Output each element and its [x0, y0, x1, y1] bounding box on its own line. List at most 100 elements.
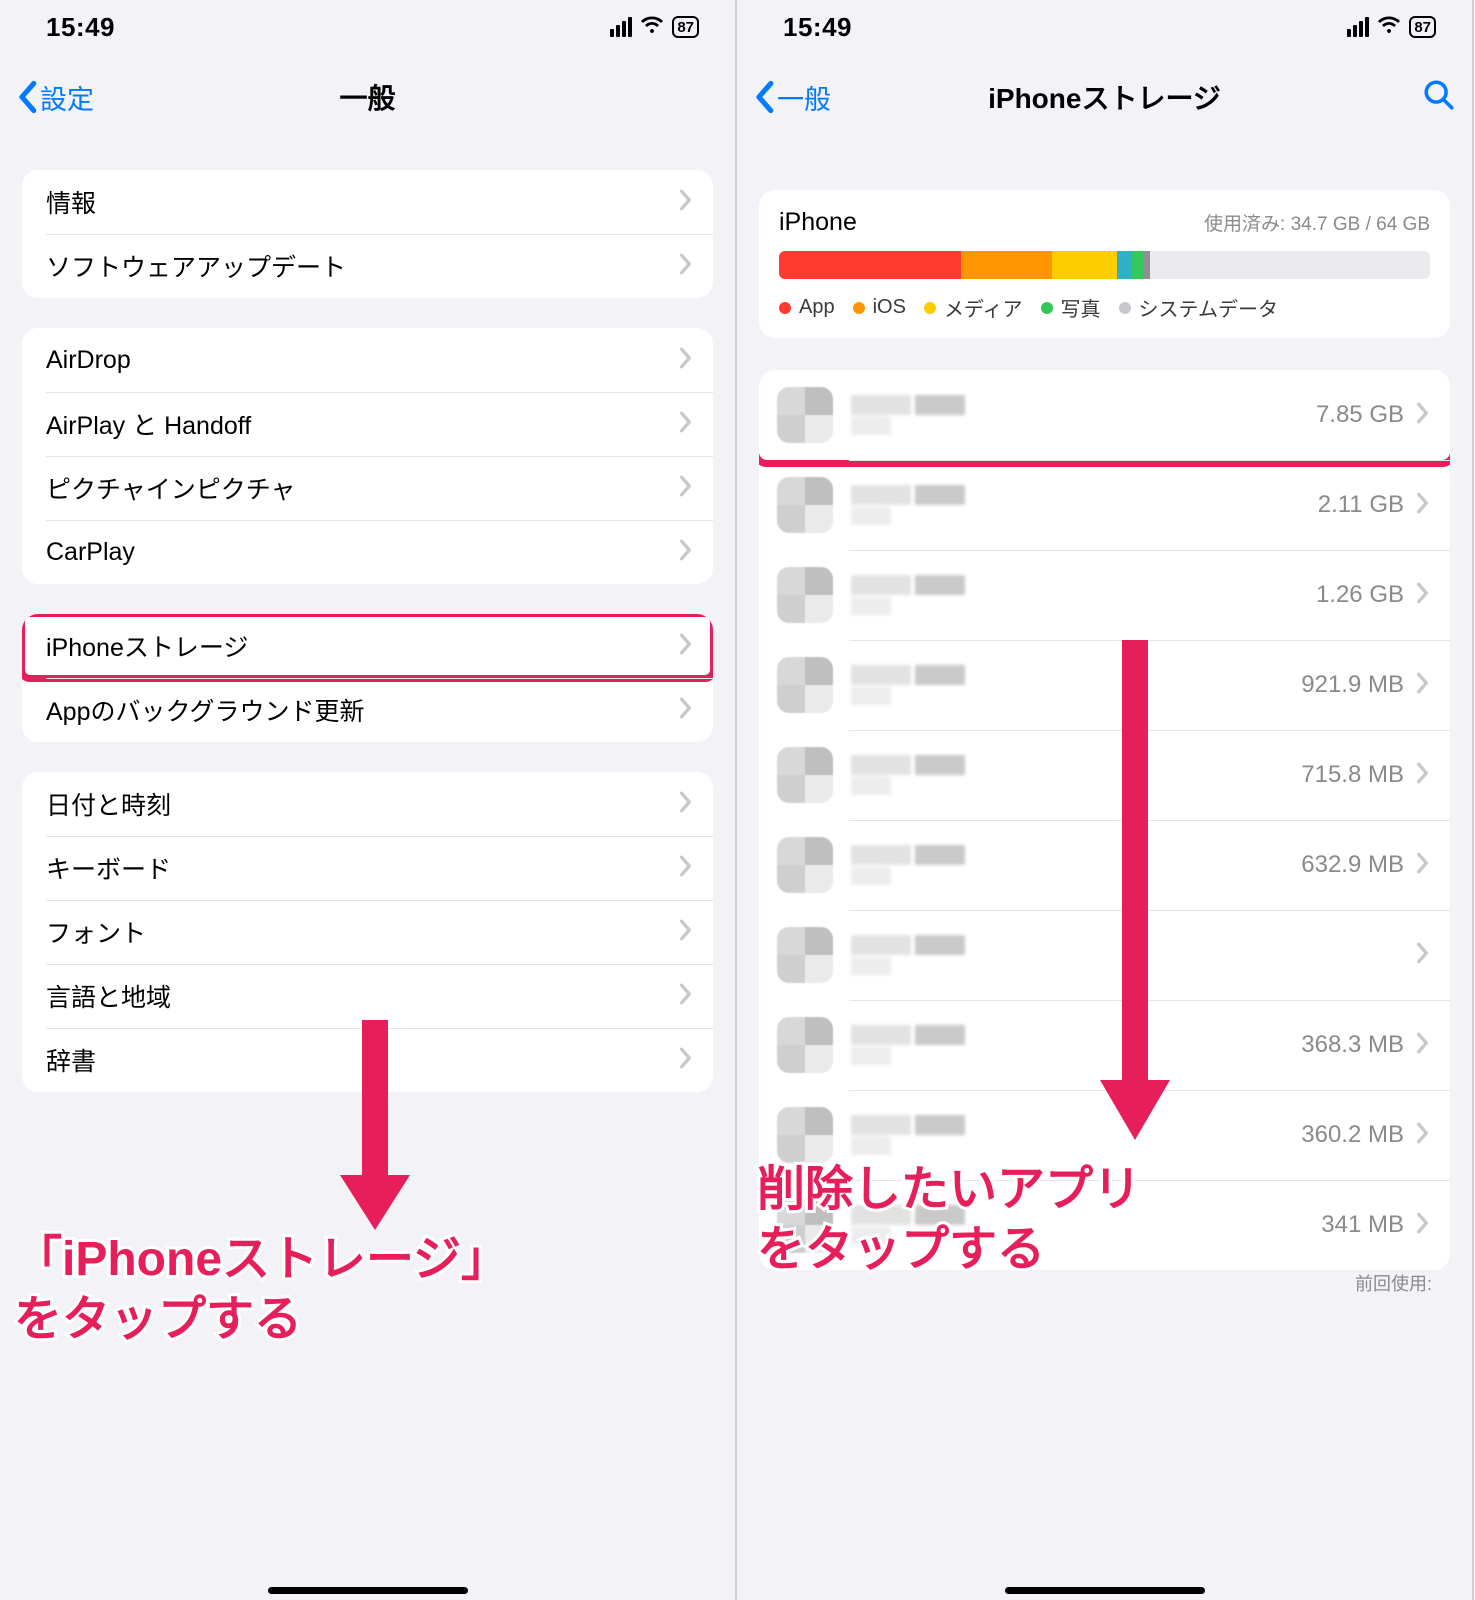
row-airplay[interactable]: AirPlay と Handoff [22, 392, 713, 456]
chevron-right-icon [1416, 762, 1430, 789]
chevron-right-icon [679, 475, 693, 502]
legend-sys: システムデータ [1139, 293, 1278, 322]
app-icon [777, 1107, 833, 1163]
chevron-right-icon [1416, 1212, 1430, 1239]
chevron-right-icon [679, 539, 693, 566]
app-size: 360.2 MB [1301, 1121, 1404, 1149]
row-about[interactable]: 情報 [22, 170, 713, 234]
row-label: ピクチャインピクチャ [46, 470, 679, 506]
row-label: フォント [46, 914, 679, 950]
app-row[interactable]: 715.8 MB [759, 730, 1450, 820]
row-label: Appのバックグラウンド更新 [46, 692, 679, 728]
app-row[interactable]: 2.11 GB [759, 460, 1450, 550]
app-icon [777, 747, 833, 803]
app-name-redacted [851, 1025, 1301, 1065]
app-size: 2.11 GB [1318, 491, 1404, 519]
chevron-right-icon [1416, 402, 1430, 429]
chevron-right-icon [1416, 1122, 1430, 1149]
chevron-left-icon [16, 80, 38, 114]
row-label: 情報 [46, 184, 679, 220]
back-button[interactable]: 一般 [753, 78, 831, 117]
search-icon [1422, 78, 1456, 112]
wifi-icon [1377, 13, 1401, 42]
app-name-redacted [851, 485, 1318, 525]
chevron-right-icon [679, 253, 693, 280]
app-size: 341 MB [1321, 1211, 1404, 1239]
app-name-redacted [851, 665, 1301, 705]
app-icon [777, 657, 833, 713]
app-icon [777, 477, 833, 533]
app-icon [777, 1197, 833, 1253]
app-size: 368.3 MB [1301, 1031, 1404, 1059]
app-icon [777, 387, 833, 443]
row-label: AirPlay と Handoff [46, 406, 679, 442]
chevron-left-icon [753, 80, 775, 114]
app-row[interactable]: 1.26 GB [759, 550, 1450, 640]
last-used-label: 前回使用: [737, 1270, 1472, 1300]
right-screenshot: 15:49 87 一般 iPhoneストレージ iPhone 使用済み: 34.… [737, 0, 1474, 1600]
chevron-right-icon [1416, 672, 1430, 699]
home-indicator[interactable] [268, 1587, 468, 1594]
app-row[interactable] [759, 910, 1450, 1000]
row-pip[interactable]: ピクチャインピクチャ [22, 456, 713, 520]
app-size: 715.8 MB [1301, 761, 1404, 789]
app-row[interactable]: 341 MB [759, 1180, 1450, 1270]
wifi-icon [640, 13, 664, 42]
row-date-time[interactable]: 日付と時刻 [22, 772, 713, 836]
chevron-right-icon [679, 919, 693, 946]
chevron-right-icon [679, 1047, 693, 1074]
row-language-region[interactable]: 言語と地域 [22, 964, 713, 1028]
app-row[interactable]: 7.85 GB [759, 370, 1450, 460]
chevron-right-icon [679, 855, 693, 882]
chevron-right-icon [1416, 492, 1430, 519]
app-name-redacted [851, 1205, 1321, 1245]
chevron-right-icon [679, 189, 693, 216]
battery-icon: 87 [1409, 16, 1436, 38]
legend-app: App [799, 296, 835, 319]
app-row[interactable]: 921.9 MB [759, 640, 1450, 730]
app-icon [777, 927, 833, 983]
row-airdrop[interactable]: AirDrop [22, 328, 713, 392]
row-dictionary[interactable]: 辞書 [22, 1028, 713, 1092]
app-size: 921.9 MB [1301, 671, 1404, 699]
group-about: 情報 ソフトウェアアップデート [22, 170, 713, 298]
search-button[interactable] [1422, 78, 1456, 117]
status-time: 15:49 [46, 12, 115, 43]
app-row[interactable]: 368.3 MB [759, 1000, 1450, 1090]
app-name-redacted [851, 755, 1301, 795]
back-button[interactable]: 設定 [16, 78, 94, 117]
chevron-right-icon [1416, 582, 1430, 609]
row-carplay[interactable]: CarPlay [22, 520, 713, 584]
chevron-right-icon [679, 791, 693, 818]
back-label: 設定 [40, 78, 94, 117]
storage-bar [779, 251, 1430, 279]
app-name-redacted [851, 1115, 1301, 1155]
app-size: 7.85 GB [1316, 401, 1404, 429]
home-indicator[interactable] [1005, 1587, 1205, 1594]
back-label: 一般 [777, 78, 831, 117]
nav-header: 設定 一般 [0, 54, 735, 140]
page-title: 一般 [339, 77, 395, 117]
app-name-redacted [851, 935, 1404, 975]
page-title: iPhoneストレージ [988, 77, 1221, 117]
row-background-refresh[interactable]: Appのバックグラウンド更新 [22, 678, 713, 742]
row-fonts[interactable]: フォント [22, 900, 713, 964]
app-row[interactable]: 632.9 MB [759, 820, 1450, 910]
row-software-update[interactable]: ソフトウェアアップデート [22, 234, 713, 298]
row-label: 日付と時刻 [46, 786, 679, 822]
app-size: 632.9 MB [1301, 851, 1404, 879]
cellular-signal-icon [1347, 17, 1369, 37]
app-icon [777, 1017, 833, 1073]
status-icons: 87 [1347, 13, 1436, 42]
app-name-redacted [851, 395, 1316, 435]
row-keyboard[interactable]: キーボード [22, 836, 713, 900]
app-list: 7.85 GB 2.11 GB 1.26 GB 921.9 MB 715.8 M… [759, 370, 1450, 1270]
app-name-redacted [851, 845, 1301, 885]
app-row[interactable]: 360.2 MB [759, 1090, 1450, 1180]
status-bar: 15:49 87 [0, 0, 735, 54]
chevron-right-icon [679, 411, 693, 438]
chevron-right-icon [1416, 1032, 1430, 1059]
group-system: 日付と時刻 キーボード フォント 言語と地域 辞書 [22, 772, 713, 1092]
row-iphone-storage[interactable]: iPhoneストレージ [22, 614, 713, 678]
nav-header: 一般 iPhoneストレージ [737, 54, 1472, 140]
